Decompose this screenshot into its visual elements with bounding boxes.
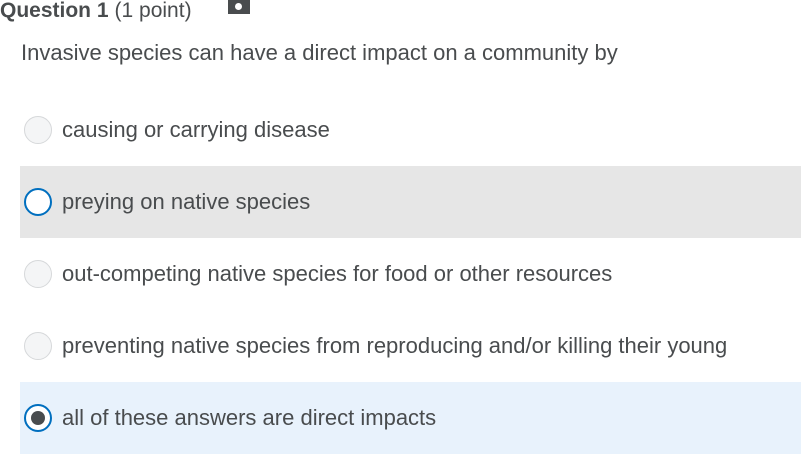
answer-choice[interactable]: preventing native species from reproduci… [20,310,801,382]
radio-button[interactable] [24,332,52,360]
answer-choice-label: out-competing native species for food or… [62,261,613,286]
answer-choice[interactable]: out-competing native species for food or… [20,238,801,310]
answer-choice-label: all of these answers are direct impacts [62,405,437,430]
answer-choice-label: preying on native species [62,189,311,214]
question-title: Question 1 [0,0,109,22]
question-text: Invasive species can have a direct impac… [21,40,618,65]
answer-choice[interactable]: causing or carrying disease [20,94,801,166]
question-points: (1 point) [114,0,192,22]
answer-choice-selected[interactable]: all of these answers are direct impacts [20,382,801,454]
radio-button-checked[interactable] [24,404,52,432]
quiz-page: Question 1 (1 point) Invasive species ca… [0,0,801,464]
flag-icon[interactable] [227,0,250,14]
answer-choice[interactable]: preying on native species [20,166,801,238]
radio-button[interactable] [24,260,52,288]
answer-choices: causing or carrying disease preying on n… [20,94,801,454]
radio-button[interactable] [24,188,52,216]
answer-choice-label: causing or carrying disease [62,117,330,142]
question-header: Question 1 (1 point) [0,0,250,24]
radio-button[interactable] [24,116,52,144]
answer-choice-label: preventing native species from reproduci… [62,333,728,358]
